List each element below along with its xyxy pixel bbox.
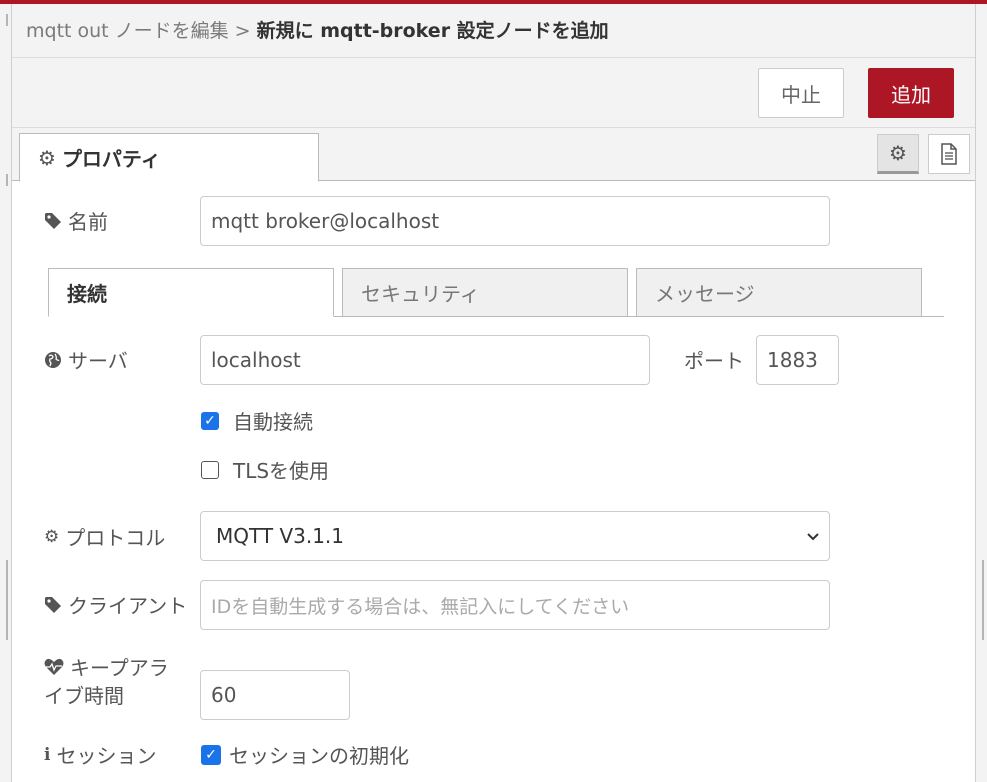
name-input[interactable]: mqtt broker@localhost [200, 196, 830, 246]
auto-connect-label: 自動接続 [233, 410, 313, 434]
port-input[interactable]: 1883 [756, 335, 839, 385]
cancel-button[interactable]: 中止 [758, 68, 844, 118]
port-label: ポート [684, 349, 744, 373]
properties-tab-bar: ⚙ プロパティ ⚙ [12, 128, 975, 182]
connection-tabs: 接続 セキュリティ メッセージ [48, 268, 944, 317]
protocol-select[interactable]: MQTT V3.1.1 [200, 511, 830, 561]
chevron-down-icon [807, 533, 819, 541]
breadcrumb-parent[interactable]: mqtt out ノードを編集 [26, 20, 229, 42]
description-tab-button[interactable] [928, 134, 970, 174]
client-label: クライアント [44, 590, 187, 619]
session-label: i セッション [44, 740, 156, 769]
left-edge-mark [6, 174, 8, 186]
cog-icon: ⚙ [44, 526, 60, 547]
auto-connect-row[interactable]: ✓ 自動接続 [201, 406, 313, 435]
info-icon: i [44, 744, 51, 765]
tab-connection[interactable]: 接続 [48, 268, 334, 317]
client-id-input[interactable]: IDを自動生成する場合は、無記入にしてください [200, 580, 830, 630]
breadcrumb-current: 新規に mqtt-broker 設定ノードを追加 [256, 20, 609, 42]
right-editor-edge [975, 4, 987, 782]
tab-security[interactable]: セキュリティ [342, 268, 628, 317]
cog-icon: ⚙ [38, 145, 56, 170]
name-label-text: 名前 [68, 210, 108, 234]
breadcrumb: mqtt out ノードを編集 > 新規に mqtt-broker 設定ノードを追加 [12, 4, 975, 58]
add-button[interactable]: 追加 [868, 68, 954, 118]
globe-icon [45, 351, 61, 368]
server-input[interactable]: localhost [200, 335, 650, 385]
protocol-selected-value: MQTT V3.1.1 [216, 524, 345, 548]
use-tls-label: TLSを使用 [233, 459, 330, 483]
keepalive-label-text-1: キープアラ [70, 656, 169, 680]
name-label: 名前 [44, 206, 108, 235]
cog-icon: ⚙ [889, 141, 907, 165]
tab-properties[interactable]: ⚙ プロパティ [19, 133, 319, 182]
tab-properties-label: プロパティ [61, 147, 161, 171]
protocol-label-text: プロトコル [65, 526, 166, 550]
use-tls-checkbox[interactable] [201, 460, 219, 479]
heartbeat-icon [44, 658, 64, 675]
tag-icon [45, 596, 61, 613]
clean-session-checkbox[interactable]: ✓ [201, 744, 221, 765]
server-label-text: サーバ [68, 349, 128, 373]
clean-session-label: セッションの初期化 [229, 744, 409, 768]
edit-dialog: mqtt out ノードを編集 > 新規に mqtt-broker 設定ノードを追加… [12, 4, 975, 782]
client-label-text: クライアント [68, 594, 188, 618]
tag-icon [45, 212, 61, 229]
breadcrumb-separator: > [234, 20, 251, 42]
dialog-toolbar: 中止 追加 [12, 58, 975, 128]
left-resize-handle[interactable] [6, 560, 8, 640]
clean-session-row[interactable]: ✓ セッションの初期化 [201, 740, 409, 769]
server-label: サーバ [44, 345, 128, 374]
document-icon [941, 143, 957, 165]
auto-connect-checkbox[interactable]: ✓ [201, 411, 219, 430]
use-tls-row[interactable]: TLSを使用 [201, 455, 329, 484]
right-resize-handle[interactable] [982, 560, 984, 640]
left-edge-mark [6, 14, 8, 26]
tab-messages[interactable]: メッセージ [636, 268, 922, 317]
keepalive-label-line1: キープアラ [44, 652, 169, 681]
protocol-label: ⚙ プロトコル [44, 522, 165, 551]
session-label-text: セッション [56, 744, 157, 768]
settings-tab-button[interactable]: ⚙ [877, 134, 919, 174]
keepalive-label-text-2: イブ時間 [44, 684, 124, 708]
keepalive-input[interactable]: 60 [200, 670, 350, 720]
left-editor-edge [0, 4, 12, 782]
